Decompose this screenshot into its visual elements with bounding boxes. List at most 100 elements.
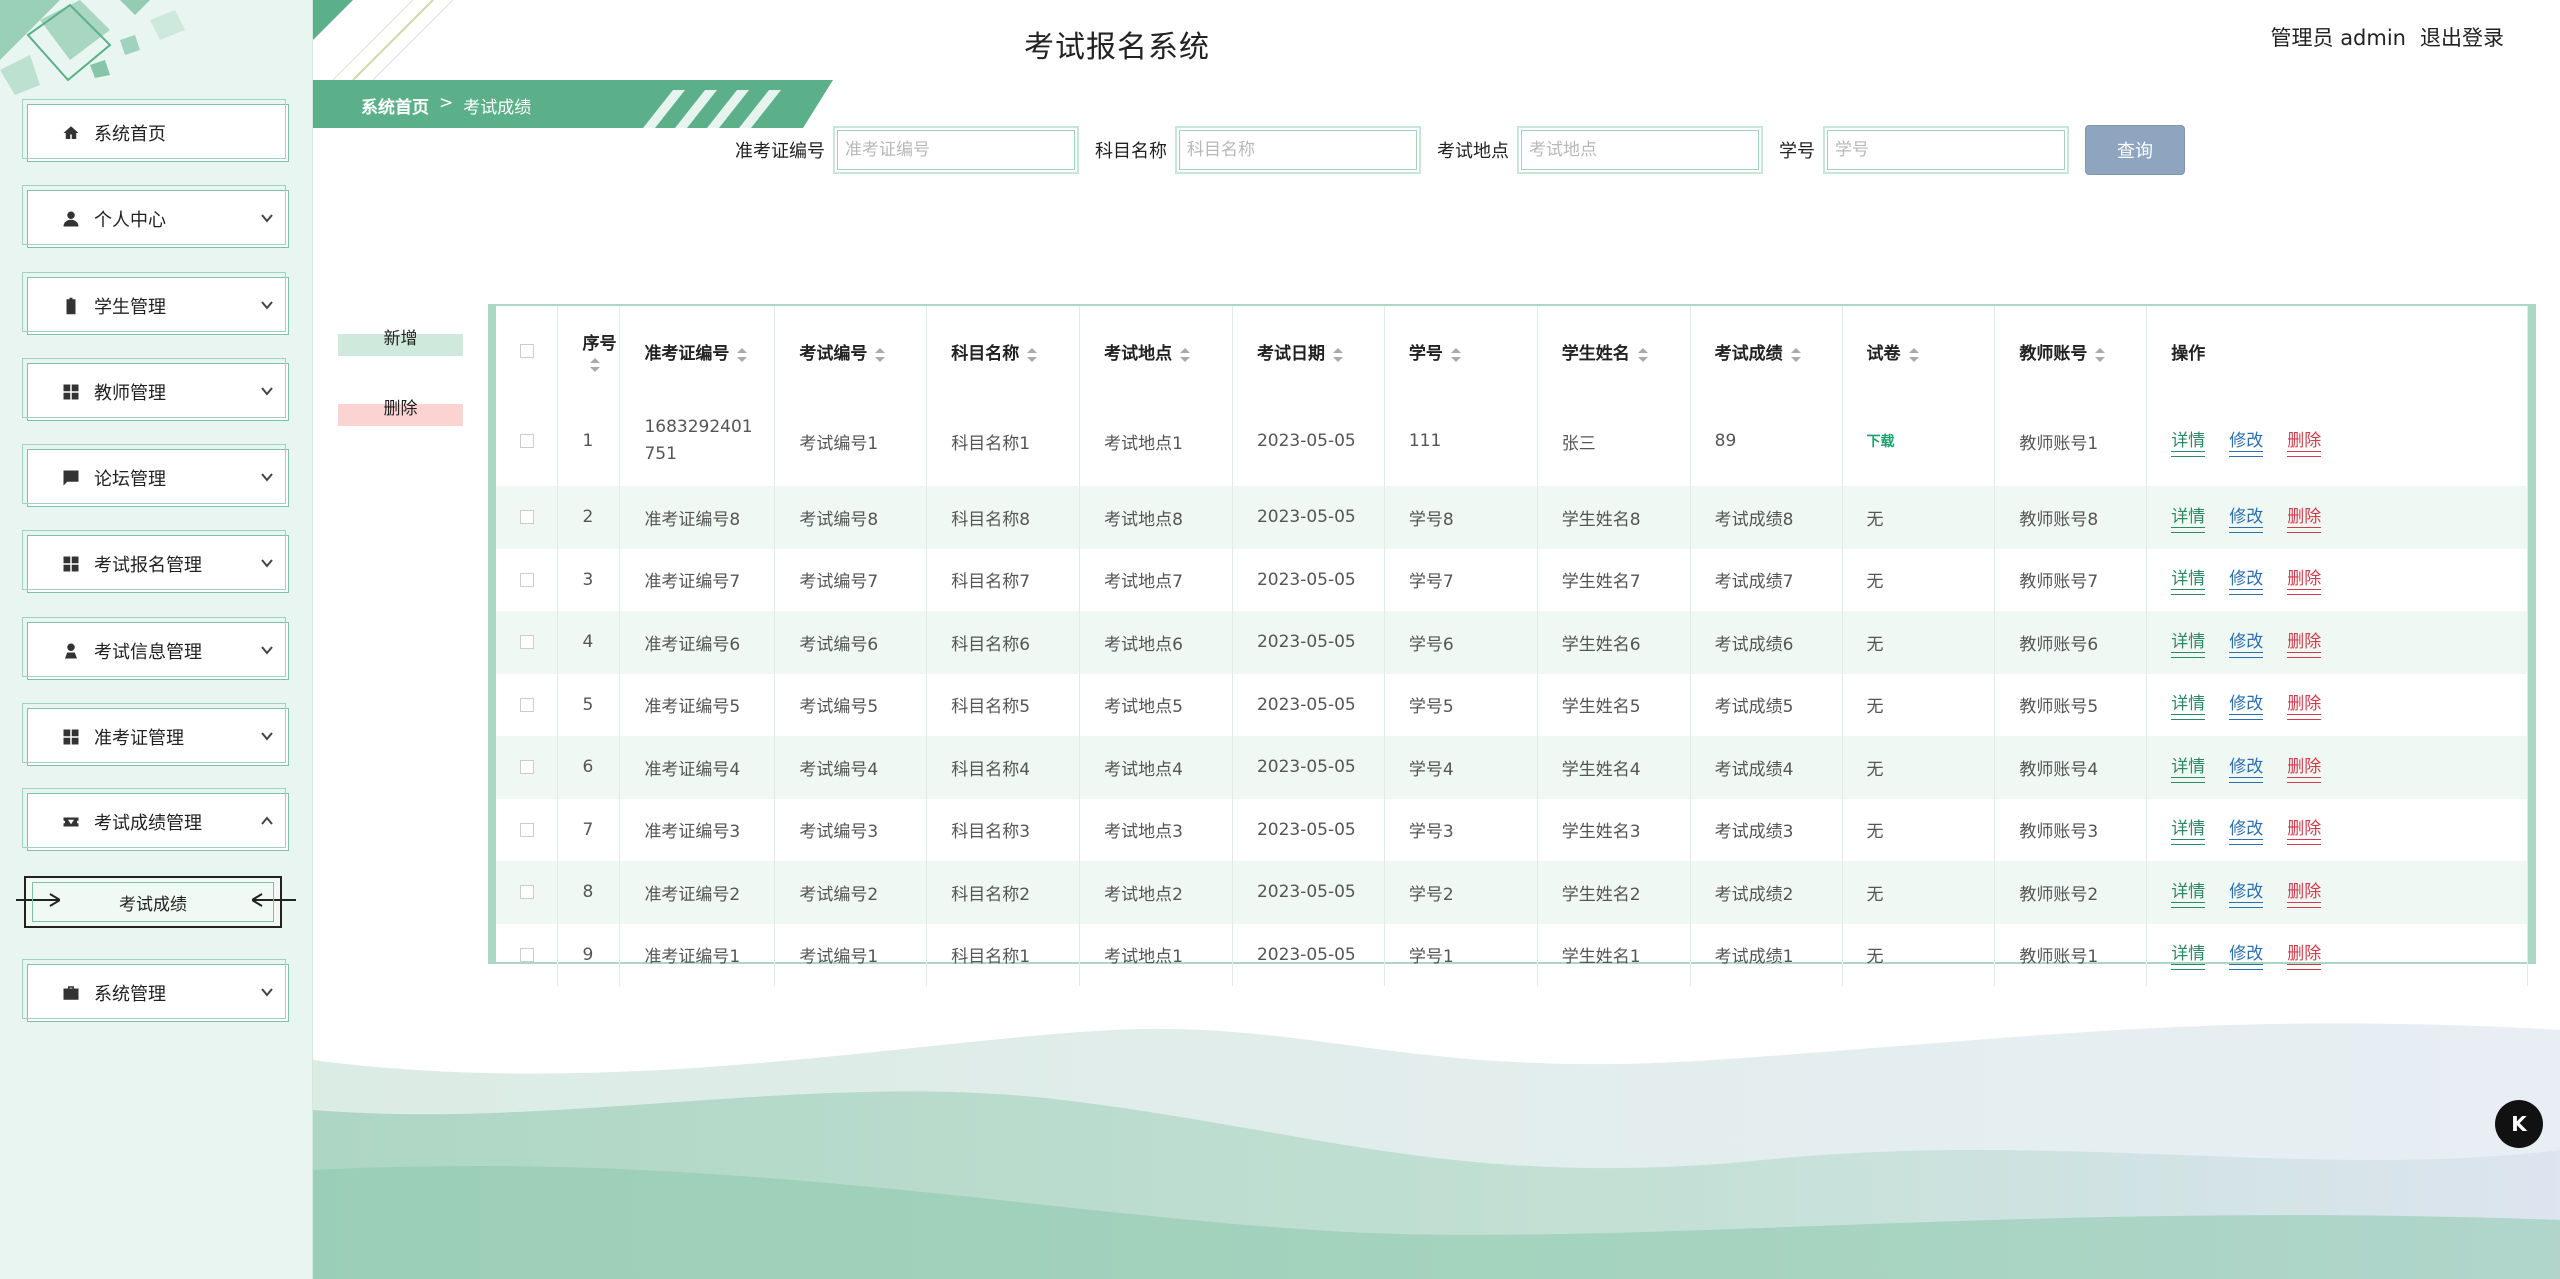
row-select-cell — [496, 736, 559, 799]
edit-button[interactable]: 修改 — [2229, 814, 2264, 846]
cell-value: 准考证编号8 — [644, 509, 741, 530]
arrow-decoration-icon — [250, 890, 296, 910]
cell-value: 考试成绩4 — [1714, 759, 1794, 780]
sidebar-item-admission-ticket-mgmt[interactable]: 准考证管理 — [22, 703, 289, 766]
row-checkbox[interactable] — [520, 510, 534, 525]
sort-icon[interactable] — [1450, 347, 1461, 362]
edit-button[interactable]: 修改 — [2229, 752, 2264, 783]
delete-row-button[interactable]: 删除 — [2287, 627, 2322, 658]
edit-button[interactable]: 修改 — [2229, 627, 2264, 658]
row-checkbox[interactable] — [520, 434, 534, 448]
cell-exam-no: 考试编号1 — [774, 923, 928, 986]
select-all-checkbox[interactable] — [520, 344, 534, 358]
row-checkbox[interactable] — [520, 572, 534, 587]
sidebar-item-forum-mgmt[interactable]: 论坛管理 — [22, 444, 289, 507]
cell-value: 考试地点1 — [1104, 433, 1183, 454]
view-detail-button[interactable]: 详情 — [2171, 877, 2206, 908]
chevron-down-icon — [260, 983, 274, 997]
view-detail-button[interactable]: 详情 — [2171, 814, 2206, 846]
sort-icon[interactable] — [1027, 347, 1038, 362]
search-label-subject: 科目名称 — [1095, 141, 1167, 162]
view-detail-button[interactable]: 详情 — [2171, 752, 2206, 783]
download-paper-link[interactable]: 下载 — [1867, 434, 1895, 450]
column-header-exam-date[interactable]: 考试日期 — [1232, 306, 1385, 396]
delete-row-button[interactable]: 删除 — [2287, 426, 2322, 457]
search-location-input[interactable] — [1517, 126, 1763, 174]
row-checkbox[interactable] — [520, 947, 534, 962]
sort-icon[interactable] — [737, 347, 748, 362]
sidebar-item-home[interactable]: 系统首页 — [22, 99, 289, 162]
sidebar-sub-item-exam-scores[interactable]: 考试成绩 — [16, 876, 296, 928]
delete-row-button[interactable]: 删除 — [2287, 502, 2322, 533]
edit-button[interactable]: 修改 — [2229, 502, 2264, 533]
sidebar-item-system-mgmt[interactable]: 系统管理 — [22, 959, 289, 1022]
column-header-student-no[interactable]: 学号 — [1384, 306, 1538, 396]
view-detail-button[interactable]: 详情 — [2171, 426, 2206, 457]
cell-value: 学号7 — [1408, 572, 1454, 593]
edit-button[interactable]: 修改 — [2229, 564, 2264, 596]
sort-icon[interactable] — [1332, 347, 1343, 362]
column-header-student-name[interactable]: 学生姓名 — [1537, 306, 1691, 396]
row-checkbox[interactable] — [520, 635, 534, 650]
sidebar-item-personal-center[interactable]: 个人中心 — [22, 185, 289, 248]
row-checkbox[interactable] — [520, 822, 534, 837]
delete-selected-button[interactable]: 删除 — [338, 399, 463, 426]
view-detail-button[interactable]: 详情 — [2171, 689, 2206, 721]
sidebar-item-teacher-mgmt[interactable]: 教师管理 — [22, 358, 289, 421]
cell-student-no: 学号1 — [1384, 923, 1538, 986]
edit-button[interactable]: 修改 — [2229, 877, 2264, 908]
query-button[interactable]: 查询 — [2085, 125, 2185, 175]
cell-value: 张三 — [1561, 433, 1596, 454]
sort-icon[interactable] — [2095, 347, 2106, 362]
search-student-no-input[interactable] — [1823, 126, 2069, 174]
logout-link[interactable]: 退出登录 — [2420, 22, 2504, 52]
delete-row-button[interactable]: 删除 — [2287, 877, 2322, 908]
row-checkbox[interactable] — [520, 885, 534, 900]
column-header-seq[interactable]: 序号 — [557, 306, 621, 396]
view-detail-button[interactable]: 详情 — [2171, 627, 2206, 658]
view-detail-button[interactable]: 详情 — [2171, 939, 2206, 971]
cell-value: 考试地点4 — [1104, 759, 1183, 780]
view-detail-button[interactable]: 详情 — [2171, 564, 2206, 596]
delete-row-button[interactable]: 删除 — [2287, 814, 2322, 846]
sort-icon[interactable] — [875, 347, 886, 362]
search-admission-no-input[interactable] — [833, 126, 1079, 174]
column-header-label: 学生姓名 — [1561, 343, 1630, 364]
sidebar-item-exam-registration-mgmt[interactable]: 考试报名管理 — [22, 530, 289, 593]
sort-icon[interactable] — [1637, 347, 1648, 362]
sidebar-item-student-mgmt[interactable]: 学生管理 — [22, 272, 289, 335]
column-header-admission-no[interactable]: 准考证编号 — [619, 306, 776, 396]
sort-icon[interactable] — [590, 357, 601, 372]
edit-button[interactable]: 修改 — [2229, 939, 2264, 971]
floating-help-button[interactable]: K — [2495, 1100, 2543, 1148]
edit-button[interactable]: 修改 — [2229, 426, 2264, 457]
delete-row-button[interactable]: 删除 — [2287, 564, 2322, 596]
row-checkbox[interactable] — [520, 760, 534, 775]
delete-row-button[interactable]: 删除 — [2287, 752, 2322, 783]
delete-row-button[interactable]: 删除 — [2287, 689, 2322, 721]
column-header-teacher-account[interactable]: 教师账号 — [1994, 306, 2148, 396]
column-header-subject[interactable]: 科目名称 — [926, 306, 1081, 396]
search-bar: 准考证编号 科目名称 考试地点 学号 查询 — [735, 125, 2185, 175]
delete-row-button[interactable]: 删除 — [2287, 939, 2322, 971]
column-header-exam-no[interactable]: 考试编号 — [774, 306, 928, 396]
breadcrumb-home-link[interactable]: 系统首页 — [361, 93, 429, 118]
breadcrumb-separator: > — [439, 93, 454, 113]
breadcrumb-current: 考试成绩 — [463, 98, 532, 118]
sort-icon[interactable] — [1908, 347, 1919, 362]
column-header-location[interactable]: 考试地点 — [1079, 306, 1233, 396]
column-header-paper[interactable]: 试卷 — [1842, 306, 1996, 396]
view-detail-button[interactable]: 详情 — [2171, 502, 2206, 533]
search-subject-input[interactable] — [1175, 126, 1421, 174]
add-button[interactable]: 新增 — [338, 329, 463, 356]
row-checkbox[interactable] — [520, 697, 534, 712]
sidebar-item-exam-info-mgmt[interactable]: 考试信息管理 — [22, 617, 289, 680]
sidebar-item-exam-score-mgmt[interactable]: 考试成绩管理 — [22, 788, 289, 851]
column-header-score[interactable]: 考试成绩 — [1690, 306, 1843, 396]
sort-icon[interactable] — [1790, 347, 1801, 362]
user-icon — [60, 208, 82, 230]
cell-seq: 2 — [557, 486, 621, 549]
edit-button[interactable]: 修改 — [2229, 689, 2264, 721]
sort-icon[interactable] — [1180, 347, 1191, 362]
home-icon — [60, 122, 82, 144]
